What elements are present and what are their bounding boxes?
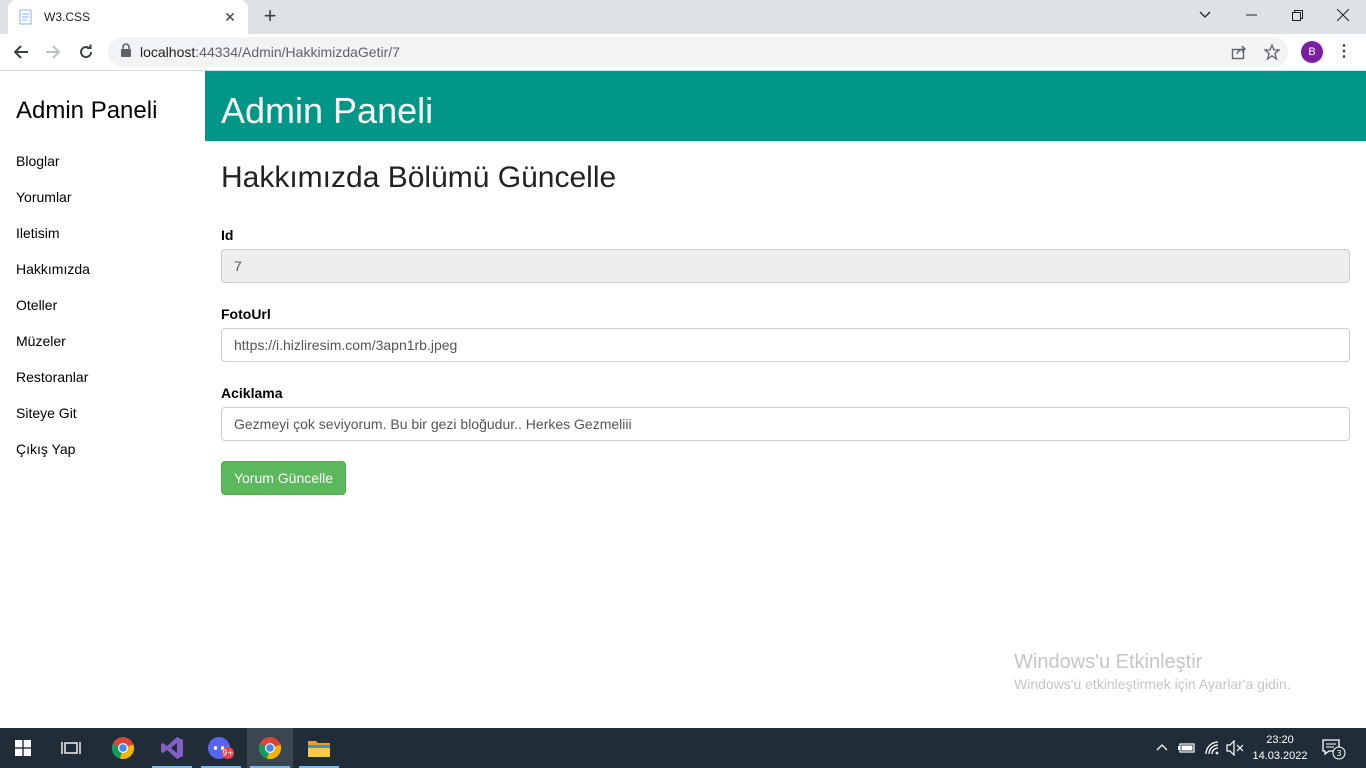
foto-url-label: FotoUrl xyxy=(221,306,271,322)
id-label: Id xyxy=(221,227,234,243)
browser-toolbar: localhost:44334/Admin/HakkimizdaGetir/7 … xyxy=(0,34,1366,71)
new-tab-button[interactable]: + xyxy=(258,5,282,29)
lock-icon[interactable] xyxy=(120,42,132,62)
reload-button[interactable] xyxy=(73,40,99,64)
file-explorer-icon[interactable] xyxy=(296,728,342,768)
sidebar-item-siteye-git[interactable]: Siteye Git xyxy=(16,405,77,421)
update-button[interactable]: Yorum Güncelle xyxy=(221,461,346,495)
sidebar-item-oteller[interactable]: Oteller xyxy=(16,297,57,313)
chrome-icon[interactable] xyxy=(100,728,146,768)
volume-muted-icon[interactable] xyxy=(1226,739,1244,759)
aciklama-field[interactable] xyxy=(221,407,1350,441)
tab-title: W3.CSS xyxy=(44,10,91,24)
sidebar-item-bloglar[interactable]: Bloglar xyxy=(16,153,60,169)
browser-tab-strip: W3.CSS ✕ + xyxy=(0,0,1366,34)
clock-time: 23:20 xyxy=(1266,734,1294,746)
sidebar-item-yorumlar[interactable]: Yorumlar xyxy=(16,189,72,205)
browser-tab[interactable]: W3.CSS ✕ xyxy=(8,0,248,34)
task-view-icon[interactable] xyxy=(48,728,94,768)
sidebar-title: Admin Paneli xyxy=(16,97,158,124)
sidebar-item-hakkimizda[interactable]: Hakkımızda xyxy=(16,261,90,277)
notification-count: 3 xyxy=(1336,749,1341,758)
page-title: Hakkımızda Bölümü Güncelle xyxy=(221,161,617,194)
minimize-button[interactable] xyxy=(1228,0,1274,30)
share-icon[interactable] xyxy=(1230,43,1248,61)
forward-button[interactable] xyxy=(40,40,66,64)
foto-url-field[interactable] xyxy=(221,328,1350,362)
battery-icon[interactable] xyxy=(1178,742,1196,757)
back-button[interactable] xyxy=(8,40,34,64)
chevron-down-icon[interactable] xyxy=(1182,0,1228,30)
activation-watermark-title: Windows'u Etkinleştir xyxy=(1014,651,1203,673)
sidebar-item-restoranlar[interactable]: Restoranlar xyxy=(16,369,88,385)
sidebar-item-muzeler[interactable]: Müzeler xyxy=(16,333,66,349)
page-content: Admin Paneli Bloglar Yorumlar Iletisim H… xyxy=(0,71,1366,728)
chevron-up-icon[interactable] xyxy=(1156,740,1168,754)
header-title: Admin Paneli xyxy=(221,90,434,131)
taskbar: 9+ 23:20 14.03.2022 3 xyxy=(0,728,1366,768)
sidebar-item-iletisim[interactable]: Iletisim xyxy=(16,225,60,241)
clock-date: 14.03.2022 xyxy=(1252,750,1308,762)
sidebar: Admin Paneli Bloglar Yorumlar Iletisim H… xyxy=(0,71,205,728)
notification-center-icon[interactable]: 3 xyxy=(1322,738,1346,760)
sidebar-item-cikis-yap[interactable]: Çıkış Yap xyxy=(16,441,75,457)
id-field[interactable] xyxy=(221,249,1350,283)
restore-button[interactable] xyxy=(1274,0,1320,30)
chrome-active-icon[interactable] xyxy=(247,728,293,768)
discord-badge: 9+ xyxy=(222,749,233,758)
visual-studio-icon[interactable] xyxy=(149,728,195,768)
profile-avatar[interactable]: B xyxy=(1301,41,1323,63)
windows-start-icon[interactable] xyxy=(0,728,46,768)
aciklama-label: Aciklama xyxy=(221,385,283,401)
document-icon xyxy=(18,9,34,25)
discord-icon[interactable]: 9+ xyxy=(198,728,244,768)
header-bar: Admin Paneli xyxy=(205,71,1366,141)
window-close-button[interactable] xyxy=(1320,0,1366,30)
bookmark-star-icon[interactable] xyxy=(1263,43,1281,61)
activation-watermark-subtitle: Windows'u etkinleştirmek için Ayarlar'a … xyxy=(1014,676,1291,692)
url-path: :44334/Admin/HakkimizdaGetir/7 xyxy=(195,44,400,60)
address-bar[interactable]: localhost:44334/Admin/HakkimizdaGetir/7 xyxy=(108,37,1288,67)
url-host: localhost xyxy=(140,44,196,60)
more-menu-icon[interactable]: ⋮ xyxy=(1336,42,1352,62)
close-icon[interactable]: ✕ xyxy=(222,9,238,26)
wifi-icon[interactable] xyxy=(1204,740,1220,759)
system-clock[interactable]: 23:20 14.03.2022 xyxy=(1248,732,1312,764)
